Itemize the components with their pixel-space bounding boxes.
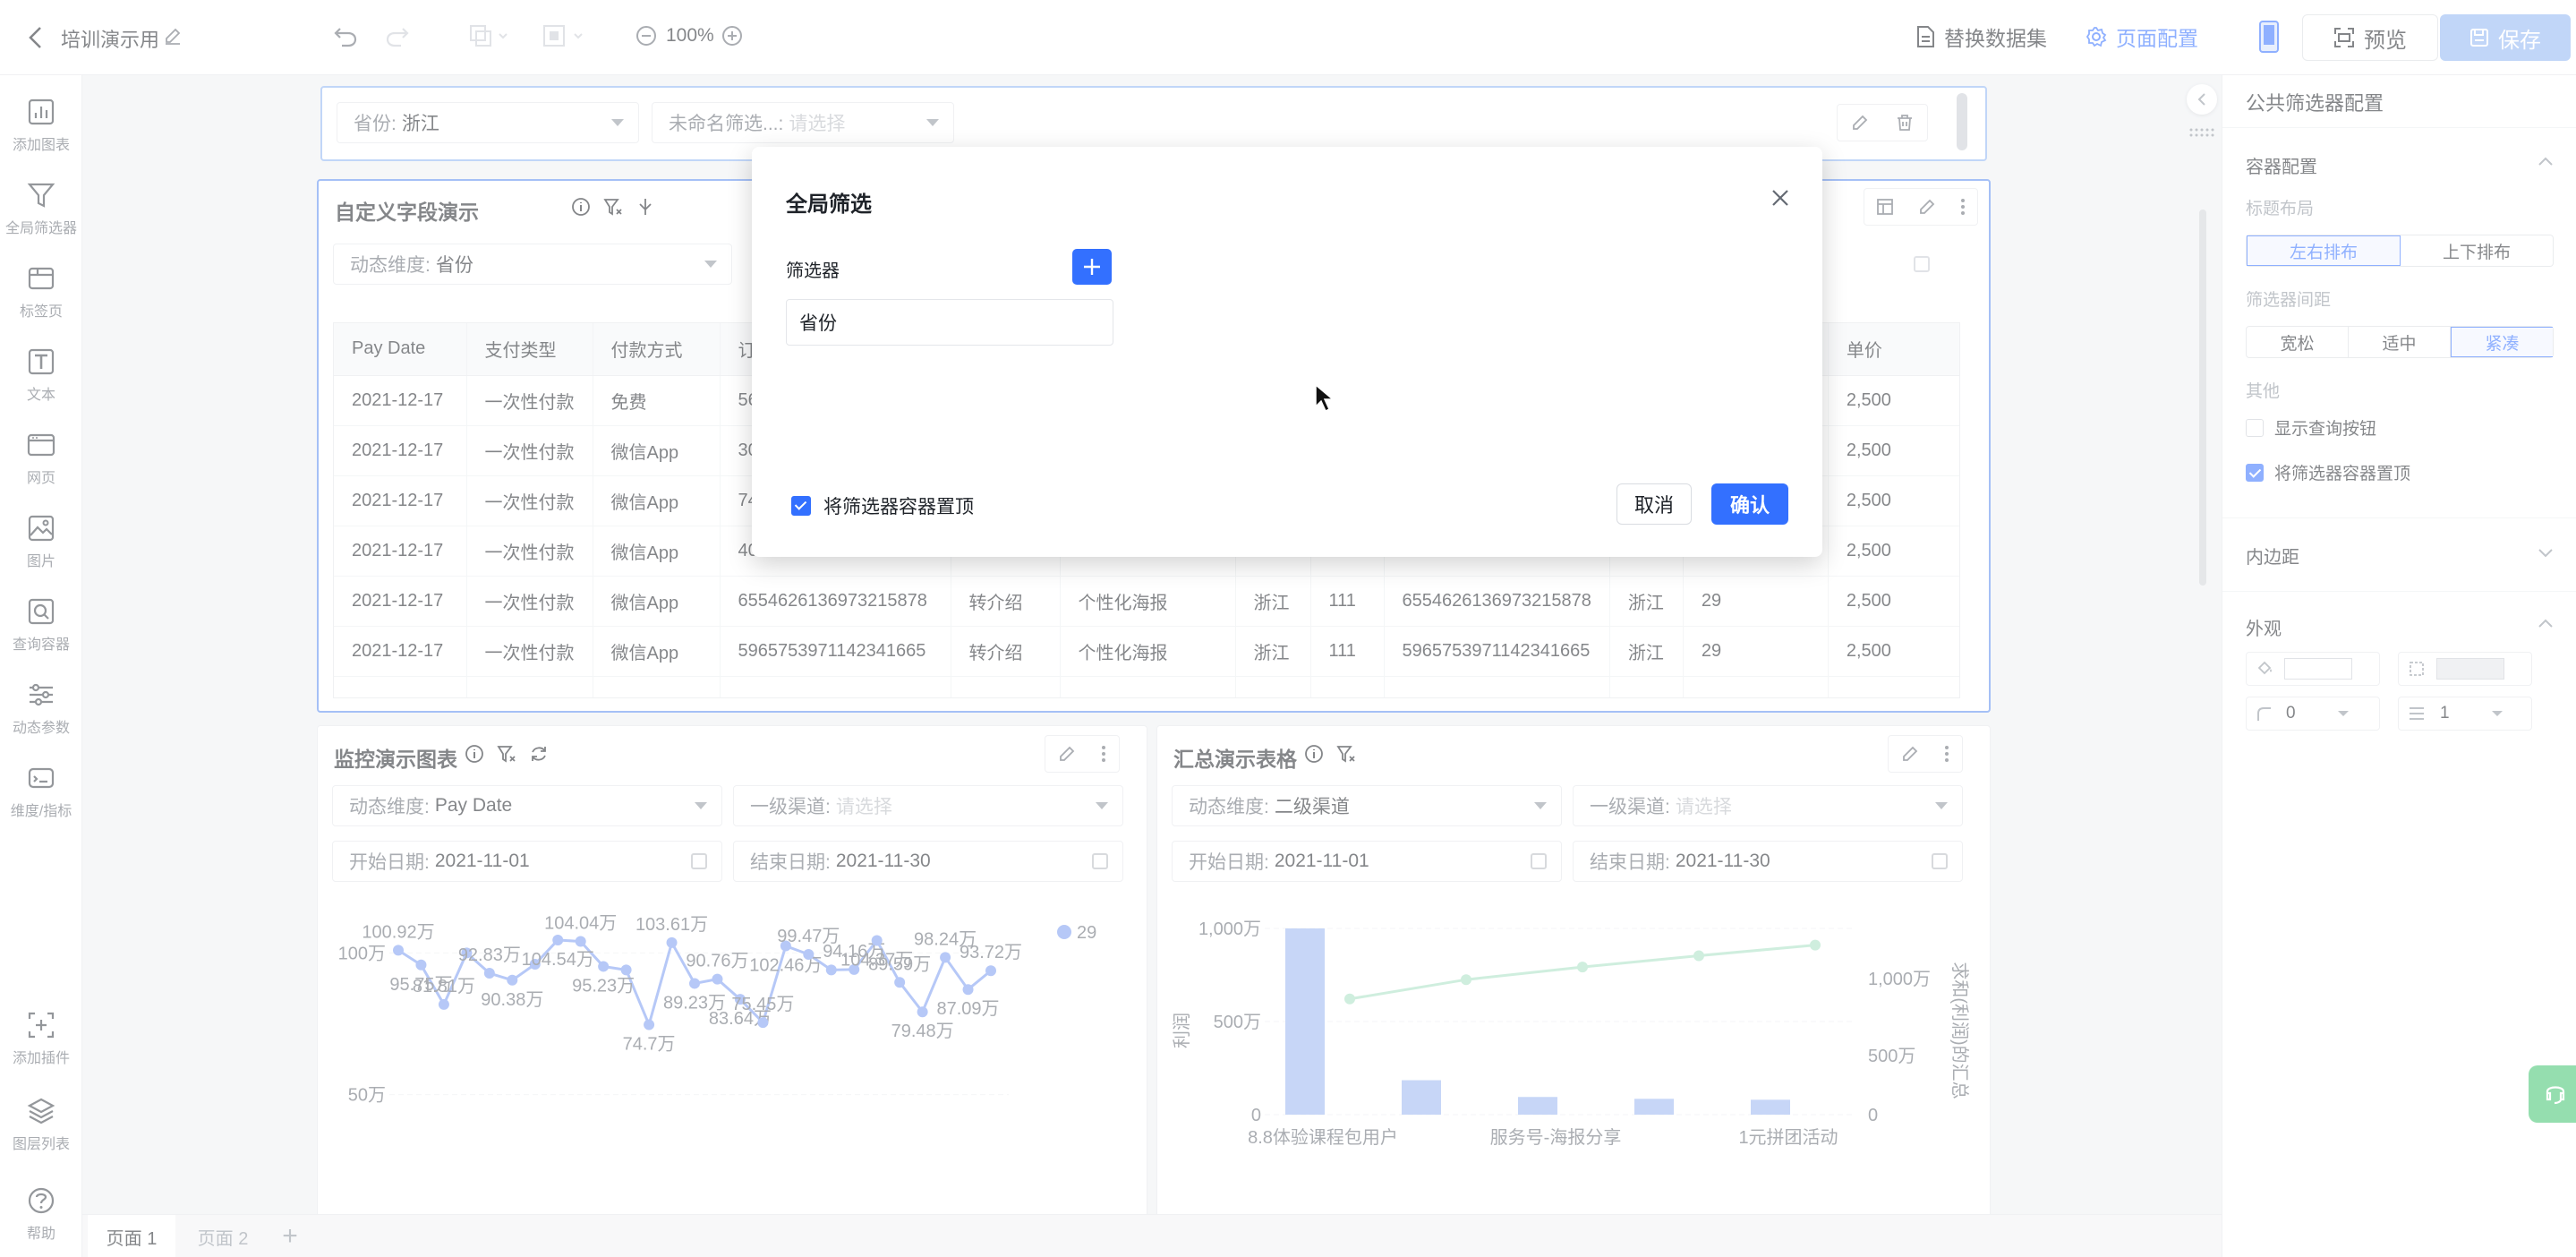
add-filter-button[interactable]	[1072, 249, 1112, 285]
checkbox-label: 将筛选器容器置顶	[823, 497, 974, 517]
confirm-button[interactable]: 确认	[1711, 483, 1788, 525]
pin-filter-top-checkbox[interactable]: 将筛选器容器置顶	[791, 492, 974, 519]
plus-icon	[1084, 259, 1100, 275]
cancel-button[interactable]: 取消	[1616, 483, 1692, 525]
close-icon[interactable]	[1770, 188, 1790, 208]
global-filter-dialog: 全局筛选 筛选器 省份 将筛选器容器置顶 取消 确认	[752, 147, 1822, 557]
mouse-cursor-icon	[1314, 383, 1337, 414]
filter-item-province[interactable]: 省份	[786, 299, 1113, 346]
filter-item-label: 省份	[799, 313, 837, 334]
checkbox[interactable]	[791, 496, 811, 516]
dialog-title: 全局筛选	[786, 192, 872, 217]
filter-list-label: 筛选器	[786, 261, 840, 281]
